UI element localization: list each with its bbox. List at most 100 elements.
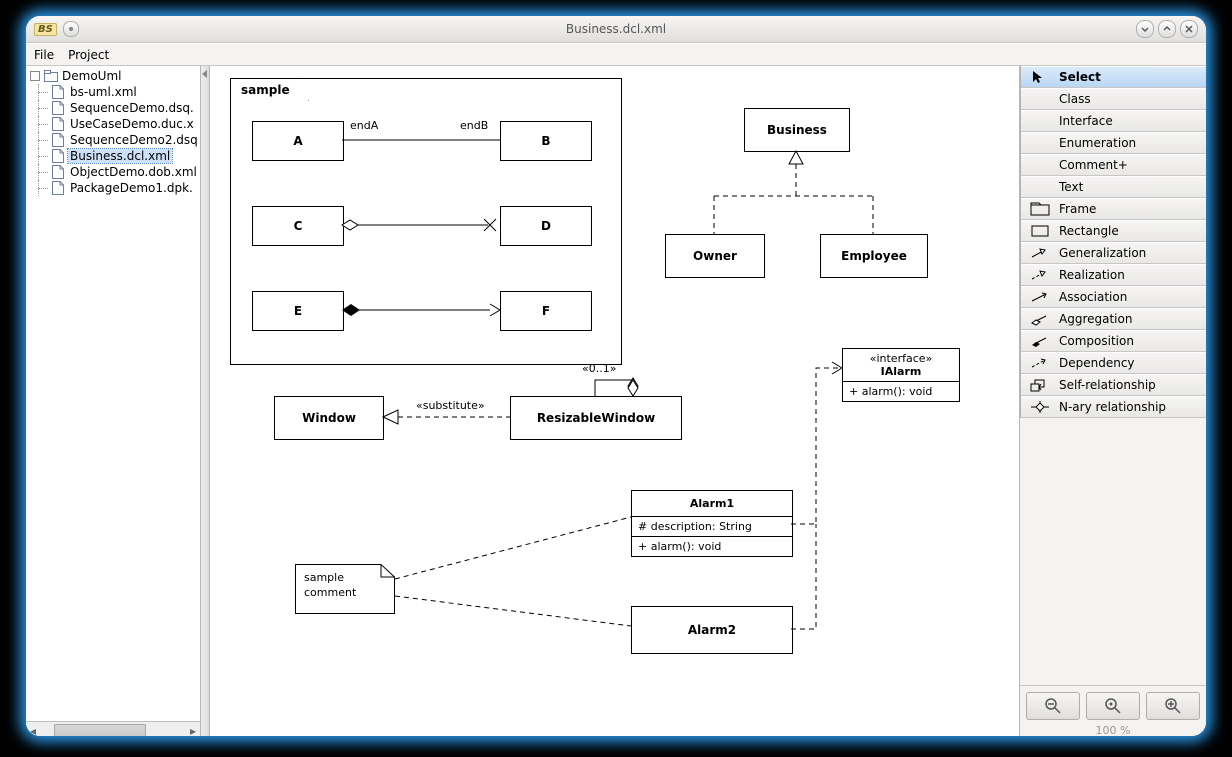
close-button[interactable] bbox=[1180, 20, 1198, 38]
tool-label: Text bbox=[1059, 180, 1083, 194]
class-alarm1[interactable]: Alarm1 # description: String + alarm(): … bbox=[631, 490, 793, 557]
class-a[interactable]: A bbox=[252, 121, 344, 161]
tool-label: Enumeration bbox=[1059, 136, 1136, 150]
class-e[interactable]: E bbox=[252, 291, 344, 331]
tree-item[interactable]: ObjectDemo.dob.xml bbox=[28, 164, 200, 180]
tool-rect[interactable]: Rectangle bbox=[1021, 220, 1206, 242]
tool-aggr[interactable]: Aggregation bbox=[1021, 308, 1206, 330]
assoc-end-b: endB bbox=[460, 119, 488, 132]
zoom-in-button[interactable] bbox=[1146, 692, 1200, 720]
class-c[interactable]: C bbox=[252, 206, 344, 246]
self-icon bbox=[1029, 378, 1051, 392]
tree-item[interactable]: SequenceDemo.dsq. bbox=[28, 100, 200, 116]
tree-scrollbar[interactable]: ◂ ▸ bbox=[26, 721, 200, 736]
tool-frame[interactable]: Frame bbox=[1021, 198, 1206, 220]
tool-enum[interactable]: Enumeration bbox=[1021, 132, 1206, 154]
file-icon bbox=[52, 101, 64, 115]
tool-label: Select bbox=[1059, 70, 1101, 84]
class-owner[interactable]: Owner bbox=[665, 234, 765, 278]
tool-label: Self-relationship bbox=[1059, 378, 1156, 392]
assoc-end-a: endA bbox=[350, 119, 378, 132]
project-tree[interactable]: DemoUml bs-uml.xmlSequenceDemo.dsq.UseCa… bbox=[26, 66, 200, 721]
tree-item[interactable]: SequenceDemo2.dsq bbox=[28, 132, 200, 148]
menu-project[interactable]: Project bbox=[68, 48, 109, 62]
file-icon bbox=[52, 117, 64, 131]
dep-icon bbox=[1029, 356, 1051, 370]
tool-label: Dependency bbox=[1059, 356, 1135, 370]
system-menu-icon[interactable] bbox=[63, 21, 79, 37]
rect-icon bbox=[1029, 224, 1051, 238]
tool-comment[interactable]: Comment+ bbox=[1021, 154, 1206, 176]
tree-item-label: PackageDemo1.dpk. bbox=[68, 181, 195, 195]
alarm1-name: Alarm1 bbox=[632, 491, 792, 517]
class-b[interactable]: B bbox=[500, 121, 592, 161]
class-window[interactable]: Window bbox=[274, 396, 384, 440]
zoom-level: 100 % bbox=[1026, 722, 1200, 736]
tree-item[interactable]: UseCaseDemo.duc.x bbox=[28, 116, 200, 132]
tool-label: Class bbox=[1059, 92, 1091, 106]
tree-item[interactable]: bs-uml.xml bbox=[28, 84, 200, 100]
window-title: Business.dcl.xml bbox=[26, 22, 1206, 36]
tool-nary[interactable]: N-ary relationship bbox=[1021, 396, 1206, 418]
class-business[interactable]: Business bbox=[744, 108, 850, 152]
tree-item-label: ObjectDemo.dob.xml bbox=[68, 165, 199, 179]
project-tree-pane: DemoUml bs-uml.xmlSequenceDemo.dsq.UseCa… bbox=[26, 66, 201, 736]
scroll-left-arrow[interactable]: ◂ bbox=[26, 723, 40, 736]
tool-label: Association bbox=[1059, 290, 1127, 304]
pane-splitter[interactable] bbox=[201, 66, 210, 736]
comment-line2: comment bbox=[304, 586, 356, 599]
class-f[interactable]: F bbox=[500, 291, 592, 331]
class-employee[interactable]: Employee bbox=[820, 234, 928, 278]
tool-assoc[interactable]: Association bbox=[1021, 286, 1206, 308]
ialarm-stereo: «interface» bbox=[849, 352, 953, 365]
tool-label: Aggregation bbox=[1059, 312, 1132, 326]
zoom-out-button[interactable] bbox=[1026, 692, 1080, 720]
app-window: BS Business.dcl.xml File Project DemoUml bbox=[26, 16, 1206, 736]
splitter-handle-icon bbox=[202, 68, 207, 80]
tool-self[interactable]: Self-relationship bbox=[1021, 374, 1206, 396]
diamond-open-icon bbox=[1029, 312, 1051, 326]
cursor-icon bbox=[1029, 70, 1051, 84]
tree-item[interactable]: PackageDemo1.dpk. bbox=[28, 180, 200, 196]
tool-gen[interactable]: Generalization bbox=[1021, 242, 1206, 264]
menu-file[interactable]: File bbox=[34, 48, 54, 62]
zoom-bar: 100 % bbox=[1020, 685, 1206, 736]
tool-dep[interactable]: Dependency bbox=[1021, 352, 1206, 374]
comment-line1: sample bbox=[304, 571, 344, 584]
tool-label: Composition bbox=[1059, 334, 1134, 348]
tool-class[interactable]: Class bbox=[1021, 88, 1206, 110]
alarm1-op: + alarm(): void bbox=[632, 537, 792, 556]
ialarm-op: + alarm(): void bbox=[843, 381, 959, 401]
tool-label: Frame bbox=[1059, 202, 1096, 216]
minimize-button[interactable] bbox=[1136, 20, 1154, 38]
scroll-right-arrow[interactable]: ▸ bbox=[186, 723, 200, 736]
tool-text[interactable]: Text bbox=[1021, 176, 1206, 198]
folder-icon bbox=[44, 70, 58, 82]
class-resizablewindow[interactable]: ResizableWindow bbox=[510, 396, 682, 440]
scroll-thumb[interactable] bbox=[54, 724, 146, 736]
tool-real[interactable]: Realization bbox=[1021, 264, 1206, 286]
arrow-plain-icon bbox=[1029, 290, 1051, 304]
uml-frame-label: sample bbox=[230, 78, 309, 101]
tree-item-label: Business.dcl.xml bbox=[68, 149, 172, 163]
menubar: File Project bbox=[26, 43, 1206, 66]
tree-root[interactable]: DemoUml bbox=[28, 68, 200, 84]
tool-select[interactable]: Select bbox=[1021, 66, 1206, 88]
tool-label: N-ary relationship bbox=[1059, 400, 1166, 414]
tool-label: Interface bbox=[1059, 114, 1113, 128]
alarm1-attr: # description: String bbox=[632, 517, 792, 537]
tool-interface[interactable]: Interface bbox=[1021, 110, 1206, 132]
ialarm-name: IAlarm bbox=[849, 365, 953, 378]
class-d[interactable]: D bbox=[500, 206, 592, 246]
arrow-dashed-icon bbox=[1029, 268, 1051, 282]
tool-comp[interactable]: Composition bbox=[1021, 330, 1206, 352]
zoom-reset-button[interactable] bbox=[1086, 692, 1140, 720]
maximize-button[interactable] bbox=[1158, 20, 1176, 38]
tree-item-label: bs-uml.xml bbox=[68, 85, 139, 99]
class-alarm2[interactable]: Alarm2 bbox=[631, 606, 793, 654]
diagram-canvas[interactable]: sample A B endA endB C D E F Business Ow… bbox=[210, 66, 1020, 736]
tree-item[interactable]: Business.dcl.xml bbox=[28, 148, 200, 164]
interface-ialarm[interactable]: «interface» IAlarm + alarm(): void bbox=[842, 348, 960, 402]
toolbox: Select Class Interface Enumeration Comment+ T… bbox=[1020, 66, 1206, 736]
tree-item-label: SequenceDemo2.dsq bbox=[68, 133, 200, 147]
